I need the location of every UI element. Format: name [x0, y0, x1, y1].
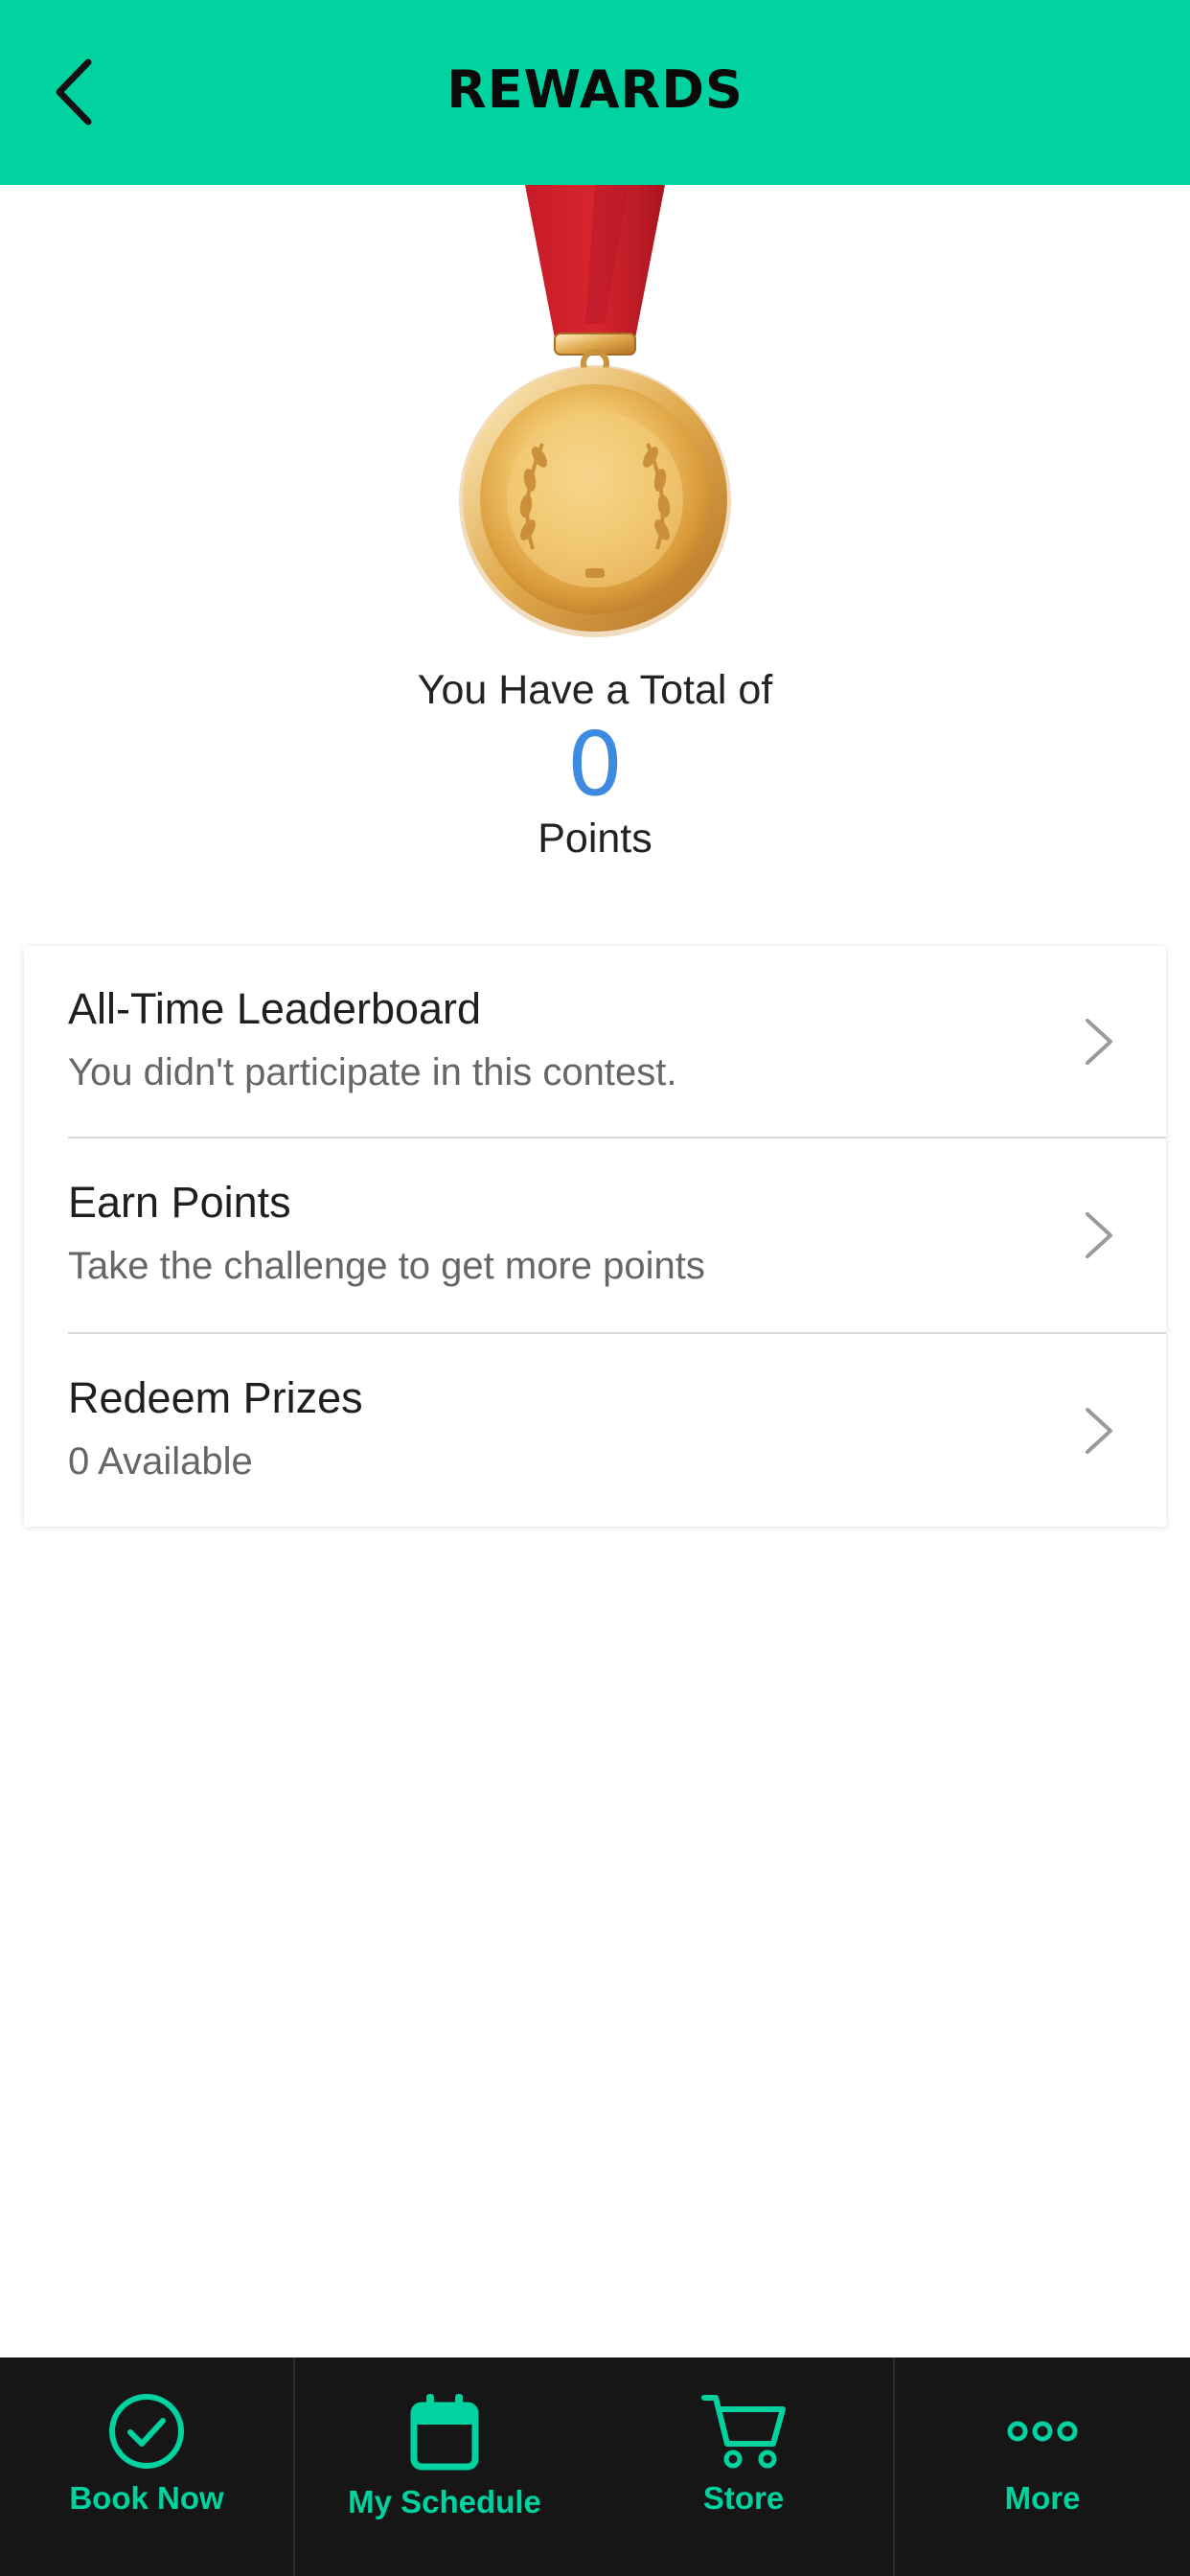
tab-my-schedule[interactable]: My Schedule	[295, 2358, 594, 2576]
row-title: All-Time Leaderboard	[68, 984, 482, 1033]
points-unit-label: Points	[538, 816, 652, 862]
leaderboard-row[interactable]: All-Time Leaderboard You didn't particip…	[24, 946, 1166, 1139]
chevron-right-icon	[1086, 1212, 1112, 1258]
cart-icon	[701, 2395, 786, 2469]
chevron-right-icon	[1086, 1019, 1112, 1065]
tab-label: Book Now	[69, 2480, 224, 2516]
tab-book-now[interactable]: Book Now	[0, 2358, 293, 2576]
points-value: 0	[566, 713, 624, 816]
gold-medal-icon	[459, 185, 731, 637]
total-points-label: You Have a Total of	[417, 667, 773, 713]
row-title: Redeem Prizes	[68, 1373, 363, 1422]
page-title: REWARDS	[446, 59, 744, 120]
redeem-prizes-row[interactable]: Redeem Prizes 0 Available	[24, 1335, 1166, 1529]
rewards-list-card: All-Time Leaderboard You didn't particip…	[24, 946, 1166, 1527]
tab-more[interactable]: More	[895, 2358, 1190, 2576]
more-dots-icon	[1007, 2421, 1078, 2442]
row-title: Earn Points	[68, 1178, 291, 1227]
chevron-right-icon	[1086, 1408, 1112, 1454]
divider	[68, 1137, 1166, 1138]
tab-label: My Schedule	[348, 2484, 541, 2519]
earn-points-row[interactable]: Earn Points Take the challenge to get mo…	[24, 1139, 1166, 1333]
app-header: REWARDS	[0, 0, 1190, 185]
divider	[68, 1332, 1166, 1334]
tab-label: Store	[702, 2480, 785, 2516]
bottom-tab-bar: Book Now My Schedule Store More	[0, 2358, 1190, 2576]
check-circle-icon	[109, 2394, 184, 2469]
row-subtitle: Take the challenge to get more points	[68, 1245, 705, 1287]
tab-label: More	[1004, 2480, 1081, 2516]
calendar-icon	[410, 2394, 479, 2471]
row-subtitle: 0 Available	[68, 1440, 253, 1483]
tab-store[interactable]: Store	[594, 2358, 893, 2576]
row-subtitle: You didn't participate in this contest.	[68, 1051, 677, 1093]
